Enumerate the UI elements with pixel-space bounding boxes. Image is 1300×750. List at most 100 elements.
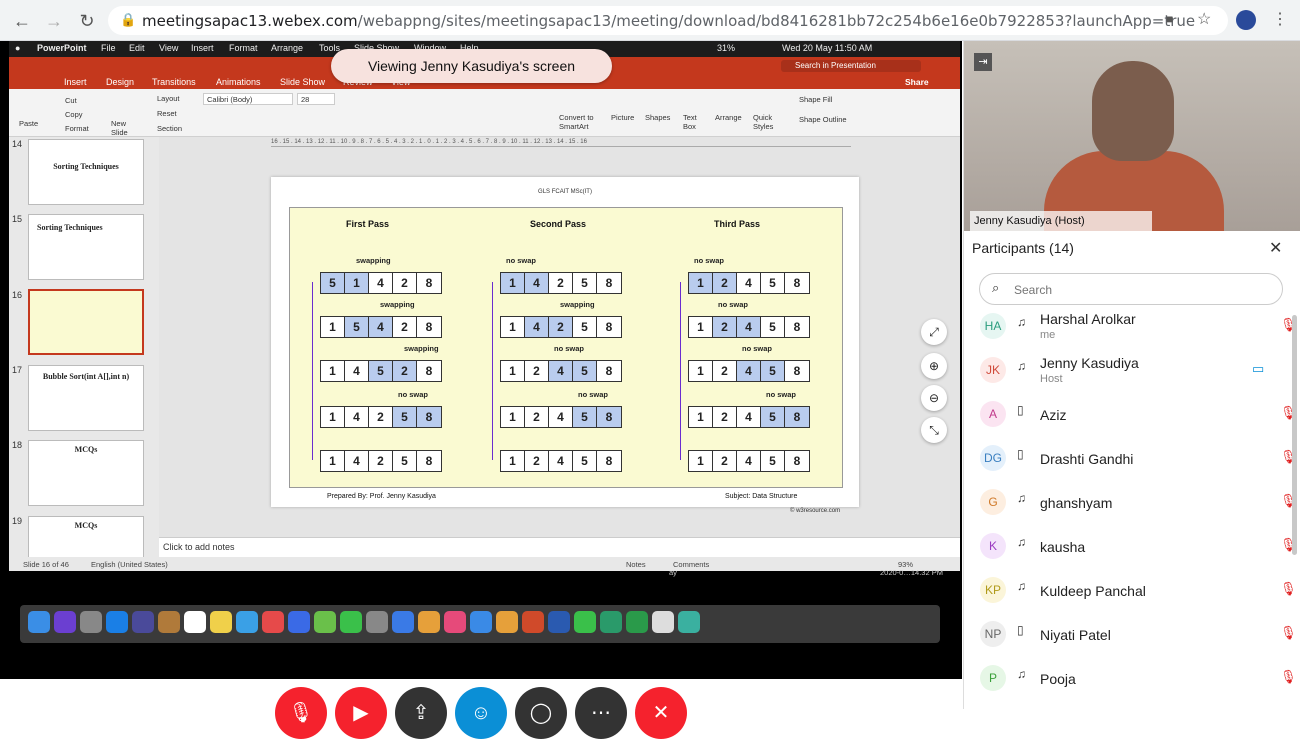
thumb-title: MCQs [74, 445, 98, 454]
thumbnail-slide-14[interactable]: Sorting Techniques [28, 139, 144, 205]
search-input[interactable] [1014, 280, 1274, 300]
array-cell: 4 [369, 273, 393, 293]
participants-button[interactable]: ☺ [455, 687, 507, 739]
participant-row[interactable]: P ♫ Pooja 🎙 [964, 657, 1297, 701]
flow-arrow [680, 326, 681, 370]
participant-name: kausha [1040, 539, 1086, 555]
chat-button[interactable]: ◯ [515, 687, 567, 739]
participant-row[interactable]: JK ♫ Jenny Kasudiya Host ▭ [964, 349, 1294, 393]
thumb-title: Bubble Sort(int A[],int n) [42, 372, 130, 381]
forward-icon[interactable]: → [42, 9, 66, 33]
array-cell: 5 [761, 407, 785, 427]
reset-label: Reset [157, 109, 177, 118]
flow-arrow [680, 282, 681, 326]
participant-row[interactable]: G ♫ ghanshyam 🎙 [964, 481, 1297, 525]
dock-app-icon [392, 611, 414, 633]
video-button[interactable]: ▶ [335, 687, 387, 739]
cut-label: Cut [65, 96, 77, 105]
menu-edit: Edit [129, 43, 145, 53]
share-button[interactable]: ⇪ [395, 687, 447, 739]
swap-note: no swap [742, 344, 773, 353]
fullscreen-icon[interactable]: ⤢ [921, 319, 947, 345]
back-icon[interactable]: ← [10, 9, 34, 33]
thumbnail-slide-18[interactable]: MCQs [28, 440, 144, 506]
array-cell: 5 [369, 361, 393, 381]
zoom-in-icon[interactable]: ⊕ [921, 353, 947, 379]
thumbnail-slide-17[interactable]: Bubble Sort(int A[],int n) [28, 365, 144, 431]
zoom-out-icon[interactable]: ⊖ [921, 385, 947, 411]
array-row: 12458 [688, 406, 810, 428]
array-cell: 4 [525, 273, 549, 293]
slide-editor: 16 . 15 . 14 . 13 . 12 . 11 . 10 . 9 . 8… [159, 137, 960, 537]
participant-row[interactable]: KP ♫ Kuldeep Panchal 🎙 [964, 569, 1297, 613]
leave-button[interactable]: ✕ [635, 687, 687, 739]
flow-arrow [680, 416, 681, 460]
tab-animations: Animations [216, 77, 261, 87]
star-icon[interactable]: ☆ [1197, 9, 1211, 29]
muted-mic-icon[interactable]: 🎙 [1280, 581, 1297, 597]
array-cell: 2 [369, 407, 393, 427]
thumb-num: 15 [12, 214, 23, 224]
array-cell: 1 [501, 361, 525, 381]
profile-avatar[interactable] [1236, 10, 1256, 30]
participants-scrollbar[interactable] [1292, 315, 1297, 555]
muted-mic-icon[interactable]: 🎙 [1280, 625, 1297, 641]
participant-row[interactable]: HA ♫ Harshal Arolkar me 🎙 [964, 305, 1297, 349]
swap-note: no swap [398, 390, 429, 399]
swap-note: swapping [356, 256, 391, 265]
swap-note: no swap [694, 256, 725, 265]
thumb-title: Sorting Techniques [53, 162, 119, 171]
collapse-icon[interactable]: ⇥ [974, 53, 992, 71]
notes-pane[interactable]: Click to add notes [159, 537, 960, 557]
array-cell: 1 [321, 361, 345, 381]
more-button[interactable]: ⋯ [575, 687, 627, 739]
reload-icon[interactable]: ↻ [75, 9, 99, 33]
muted-mic-icon[interactable]: 🎙 [1280, 669, 1297, 685]
array-row: 14528 [320, 360, 442, 382]
menu-icon[interactable]: ⋮ [1272, 9, 1288, 29]
horizontal-ruler: 16 . 15 . 14 . 13 . 12 . 11 . 10 . 9 . 8… [271, 139, 851, 147]
fit-icon[interactable]: ⤡ [921, 417, 947, 443]
dock-app-icon [522, 611, 544, 633]
ppt-search: Search in Presentation [781, 60, 921, 72]
array-row: 12458 [500, 450, 622, 472]
array-cell: 2 [713, 451, 737, 471]
close-icon[interactable]: ✕ [1269, 238, 1282, 258]
array-cell: 4 [737, 361, 761, 381]
array-row: 14258 [500, 272, 622, 294]
array-cell: 2 [393, 361, 417, 381]
array-cell: 2 [713, 317, 737, 337]
dock-app-icon [444, 611, 466, 633]
slide-count: Slide 16 of 46 [23, 560, 69, 569]
thumbnail-slide-16[interactable] [28, 289, 144, 355]
array-cell: 8 [597, 317, 621, 337]
video-on-icon[interactable]: ▭ [1252, 361, 1264, 377]
url-text: meetingsapac13.webex.com/webappng/sites/… [142, 12, 1196, 30]
mute-button[interactable]: 🎙 [275, 687, 327, 739]
address-bar[interactable]: 🔒 meetingsapac13.webex.com/webappng/site… [108, 6, 1228, 35]
swap-note: no swap [718, 300, 749, 309]
thumbnail-slide-19[interactable]: MCQs [28, 516, 144, 557]
thumb-title: Sorting Techniques [37, 223, 103, 232]
size-select: 28 [297, 93, 335, 105]
array-cell: 4 [525, 317, 549, 337]
participant-row[interactable]: K ♫ kausha 🎙 [964, 525, 1297, 569]
array-row: 14258 [320, 450, 442, 472]
image-credit: © w3resource.com [790, 508, 841, 514]
array-cell: 8 [417, 273, 441, 293]
dock-app-icon [418, 611, 440, 633]
dock-app-icon [184, 611, 206, 633]
array-cell: 1 [689, 407, 713, 427]
participant-row[interactable]: A ▯ Aziz 🎙 [964, 393, 1297, 437]
participant-row[interactable]: DG ▯ Drashti Gandhi 🎙 [964, 437, 1297, 481]
camera-icon[interactable]: ■ [1166, 12, 1173, 26]
array-cell: 8 [597, 361, 621, 381]
dock-app-icon [470, 611, 492, 633]
participant-row[interactable]: NP ▯ Niyati Patel 🎙 [964, 613, 1297, 657]
phone-icon: ▯ [1017, 447, 1024, 461]
participant-search[interactable]: ⌕ [979, 273, 1283, 305]
mac-dock [20, 605, 940, 643]
thumbnail-slide-15[interactable]: Sorting Techniques [28, 214, 144, 280]
array-cell: 5 [393, 407, 417, 427]
array-cell: 8 [785, 273, 809, 293]
